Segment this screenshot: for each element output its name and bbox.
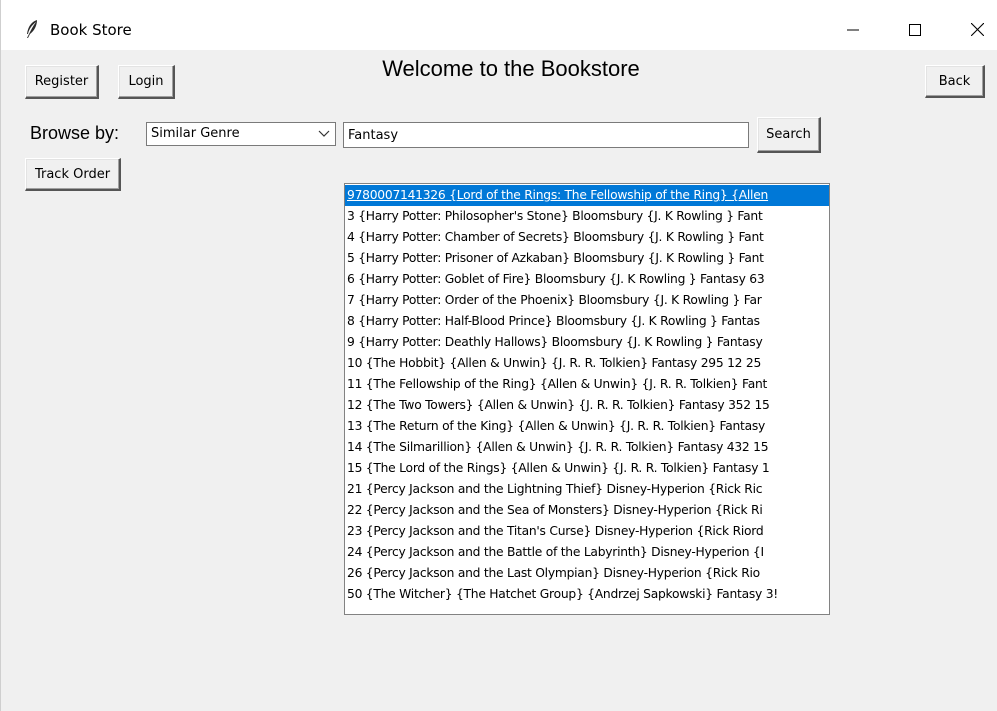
search-input[interactable] <box>343 122 749 148</box>
list-item[interactable]: 15 {The Lord of the Rings} {Allen & Unwi… <box>345 458 829 479</box>
chevron-down-icon[interactable] <box>317 127 331 141</box>
browse-by-select[interactable]: Similar Genre <box>146 122 336 146</box>
list-item[interactable]: 50 {The Witcher} {The Hatchet Group} {An… <box>345 584 829 605</box>
list-item-selected[interactable]: 9780007141326 {Lord of the Rings: The Fe… <box>345 185 829 206</box>
list-item[interactable]: 8 {Harry Potter: Half-Blood Prince} Bloo… <box>345 311 829 332</box>
browse-by-label: Browse by: <box>30 123 120 143</box>
list-item[interactable]: 14 {The Silmarillion} {Allen & Unwin} {J… <box>345 437 829 458</box>
list-item[interactable]: 13 {The Return of the King} {Allen & Unw… <box>345 416 829 437</box>
list-item[interactable]: 3 {Harry Potter: Philosopher's Stone} Bl… <box>345 206 829 227</box>
maximize-icon <box>909 21 921 40</box>
list-item[interactable]: 10 {The Hobbit} {Allen & Unwin} {J. R. R… <box>345 353 829 374</box>
login-button[interactable]: Login <box>118 65 175 99</box>
list-item[interactable]: 4 {Harry Potter: Chamber of Secrets} Blo… <box>345 227 829 248</box>
list-item[interactable]: 5 {Harry Potter: Prisoner of Azkaban} Bl… <box>345 248 829 269</box>
list-item[interactable]: 6 {Harry Potter: Goblet of Fire} Bloomsb… <box>345 269 829 290</box>
list-item[interactable]: 26 {Percy Jackson and the Last Olympian}… <box>345 563 829 584</box>
search-button[interactable]: Search <box>757 117 821 153</box>
list-item[interactable]: 22 {Percy Jackson and the Sea of Monster… <box>345 500 829 521</box>
list-item[interactable]: 21 {Percy Jackson and the Lightning Thie… <box>345 479 829 500</box>
book-store-window: Book Store Register Login Welcome to the… <box>0 0 997 711</box>
list-item[interactable]: 9 {Harry Potter: Deathly Hallows} Blooms… <box>345 332 829 353</box>
list-item[interactable]: 7 {Harry Potter: Order of the Phoenix} B… <box>345 290 829 311</box>
list-item[interactable]: 23 {Percy Jackson and the Titan's Curse}… <box>345 521 829 542</box>
list-item[interactable]: 11 {The Fellowship of the Ring} {Allen &… <box>345 374 829 395</box>
list-item[interactable]: 12 {The Two Towers} {Allen & Unwin} {J. … <box>345 395 829 416</box>
close-icon <box>970 21 984 40</box>
maximize-button[interactable] <box>892 10 938 50</box>
page-title: Welcome to the Bookstore <box>382 56 640 81</box>
window-title: Book Store <box>50 21 132 39</box>
results-listbox[interactable]: 9780007141326 {Lord of the Rings: The Fe… <box>344 183 830 615</box>
browse-by-selected-value: Similar Genre <box>151 126 240 141</box>
track-order-button[interactable]: Track Order <box>25 158 121 191</box>
register-button[interactable]: Register <box>25 65 99 99</box>
minimize-button[interactable] <box>830 10 876 50</box>
title-bar: Book Store <box>1 0 997 50</box>
feather-icon <box>25 19 39 39</box>
close-button[interactable] <box>954 10 997 50</box>
back-button[interactable]: Back <box>925 65 985 98</box>
list-item[interactable]: 24 {Percy Jackson and the Battle of the … <box>345 542 829 563</box>
minimize-icon <box>847 21 859 40</box>
